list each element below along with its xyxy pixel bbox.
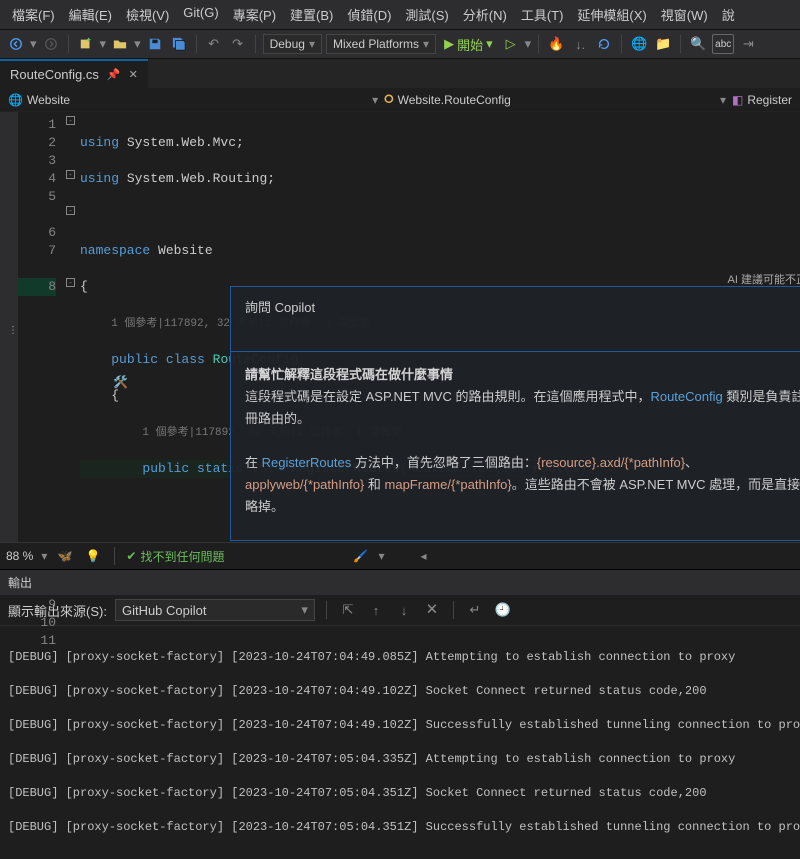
chevron-down-icon[interactable]: ▾	[525, 36, 532, 52]
menu-window[interactable]: 視窗(W)	[655, 3, 714, 26]
clear-icon[interactable]: 🗙	[422, 600, 442, 620]
output-line: [DEBUG] [proxy-socket-factory] [2023-10-…	[8, 717, 792, 734]
ai-screwdriver-icon[interactable]: 🛠️	[113, 373, 128, 391]
start-no-debug-icon[interactable]: ▷	[501, 34, 521, 54]
save-icon[interactable]	[145, 34, 165, 54]
crumb-class[interactable]: 🞇Website.RouteConfig	[384, 92, 511, 107]
chevron-down-icon[interactable]: ▾	[134, 36, 141, 52]
refresh-icon[interactable]	[594, 34, 614, 54]
close-icon[interactable]: ✕	[129, 68, 138, 81]
output-line: [DEBUG] [proxy-socket-factory] [2023-10-…	[8, 785, 792, 802]
find-icon[interactable]: 🔍	[688, 34, 708, 54]
menu-build[interactable]: 建置(B)	[284, 3, 339, 26]
tab-routeconfig[interactable]: RouteConfig.cs 📌 ✕	[0, 59, 148, 88]
goto-icon[interactable]: ⇱	[338, 600, 358, 620]
new-item-icon[interactable]	[76, 34, 96, 54]
step-icon[interactable]: ↓.	[570, 34, 590, 54]
menu-tools[interactable]: 工具(T)	[515, 3, 570, 26]
output-source-dropdown[interactable]: GitHub Copilot▾	[115, 599, 315, 621]
chevron-down-icon[interactable]: ▾	[30, 36, 37, 52]
output-line: [DEBUG] [proxy-socket-factory] [2023-10-…	[8, 683, 792, 700]
crumb-register[interactable]: ◧Register	[732, 93, 792, 107]
start-button[interactable]: ▶ 開始 ▾	[440, 34, 497, 54]
output-toolbar: 顯示輸出來源(S): GitHub Copilot▾ ⇱ ↑ ↓ 🗙 ↵ 🕘	[0, 595, 800, 626]
code-editor[interactable]: ⋯ 123 45 6 7 8 91011 - - - - using Syste…	[0, 112, 800, 542]
menu-help[interactable]: 說	[716, 3, 741, 26]
class-icon: 🞇	[384, 92, 394, 107]
config-dropdown[interactable]: Debug▾	[263, 34, 322, 54]
crumb-website[interactable]: 🌐Website	[8, 93, 70, 107]
copilot-ask-label: 詢問 Copilot	[245, 299, 800, 317]
open-icon[interactable]	[110, 34, 130, 54]
output-panel-title[interactable]: 輸出	[0, 569, 800, 595]
output-line: [DEBUG] [proxy-socket-factory] [2023-10-…	[8, 819, 792, 836]
tab-label: RouteConfig.cs	[10, 67, 99, 82]
platform-dropdown[interactable]: Mixed Platforms▾	[326, 34, 436, 54]
menu-analyze[interactable]: 分析(N)	[457, 3, 513, 26]
output-body[interactable]: [DEBUG] [proxy-socket-factory] [2023-10-…	[0, 626, 800, 859]
tab-strip: RouteConfig.cs 📌 ✕	[0, 59, 800, 88]
code-area[interactable]: using System.Web.Mvc; using System.Web.R…	[80, 112, 800, 542]
main-toolbar: ▾ ▾ ▾ ↶ ↷ Debug▾ Mixed Platforms▾ ▶ 開始 ▾…	[0, 30, 800, 59]
line-numbers: 123 45 6 7 8 91011	[18, 112, 64, 542]
globe-icon: 🌐	[8, 93, 23, 107]
menu-git[interactable]: Git(G)	[177, 3, 224, 26]
pin-icon[interactable]: 📌	[107, 68, 121, 81]
copilot-popup: 🛠️ AI 建議可能不正確。 詢問 Copilot ➤ 請幫忙解釋這段程式碼在做…	[230, 286, 800, 541]
side-tabs[interactable]: ⋯	[0, 112, 18, 542]
breadcrumb: 🌐Website ▾ 🞇Website.RouteConfig ▾ ◧Regis…	[0, 88, 800, 112]
menu-file[interactable]: 檔案(F)	[6, 3, 61, 26]
lightbulb-icon[interactable]: 💡	[83, 546, 103, 566]
chevron-down-icon[interactable]: ▾	[100, 36, 107, 52]
check-icon: ✔	[126, 549, 136, 563]
redo-icon[interactable]: ↷	[228, 34, 248, 54]
bug-icon[interactable]: 🦋	[55, 546, 75, 566]
menu-edit[interactable]: 編輯(E)	[63, 3, 118, 26]
prev-icon[interactable]: ↑	[366, 600, 386, 620]
brush-icon[interactable]: 🖌️	[350, 546, 370, 566]
hot-reload-icon[interactable]: 🔥	[546, 34, 566, 54]
save-all-icon[interactable]	[169, 34, 189, 54]
menu-debug[interactable]: 偵錯(D)	[341, 3, 397, 26]
folder-icon[interactable]: 📁	[653, 34, 673, 54]
copilot-body[interactable]: 請幫忙解釋這段程式碼在做什麼事情 這段程式碼是在設定 ASP.NET MVC 的…	[231, 352, 800, 540]
menu-extensions[interactable]: 延伸模組(X)	[571, 3, 652, 26]
timestamp-icon[interactable]: 🕘	[493, 600, 513, 620]
next-icon[interactable]: ↓	[394, 600, 414, 620]
wrap-icon[interactable]: ↵	[465, 600, 485, 620]
back-icon[interactable]	[6, 34, 26, 54]
undo-icon[interactable]: ↶	[204, 34, 224, 54]
editor-status-bar: 88 % ▾ 🦋 💡 ✔找不到任何問題 🖌️ ▾ ◂	[0, 542, 800, 569]
menu-test[interactable]: 測試(S)	[399, 3, 454, 26]
forward-icon[interactable]	[41, 34, 61, 54]
no-issues[interactable]: ✔找不到任何問題	[126, 548, 224, 565]
scroll-left-icon[interactable]: ◂	[421, 549, 427, 563]
fold-gutter[interactable]: - - - -	[64, 112, 80, 542]
indent-icon[interactable]: ⇥	[738, 34, 758, 54]
abc-icon[interactable]: abc	[712, 34, 734, 54]
output-line: [DEBUG] [proxy-socket-factory] [2023-10-…	[8, 649, 792, 666]
menu-view[interactable]: 檢視(V)	[120, 3, 175, 26]
copilot-title: 請幫忙解釋這段程式碼在做什麼事情	[245, 367, 453, 382]
menu-bar: 檔案(F) 編輯(E) 檢視(V) Git(G) 專案(P) 建置(B) 偵錯(…	[0, 0, 800, 30]
browse-icon[interactable]: 🌐	[629, 34, 649, 54]
menu-project[interactable]: 專案(P)	[227, 3, 282, 26]
method-icon: ◧	[732, 93, 743, 107]
output-line: [DEBUG] [proxy-socket-factory] [2023-10-…	[8, 751, 792, 768]
